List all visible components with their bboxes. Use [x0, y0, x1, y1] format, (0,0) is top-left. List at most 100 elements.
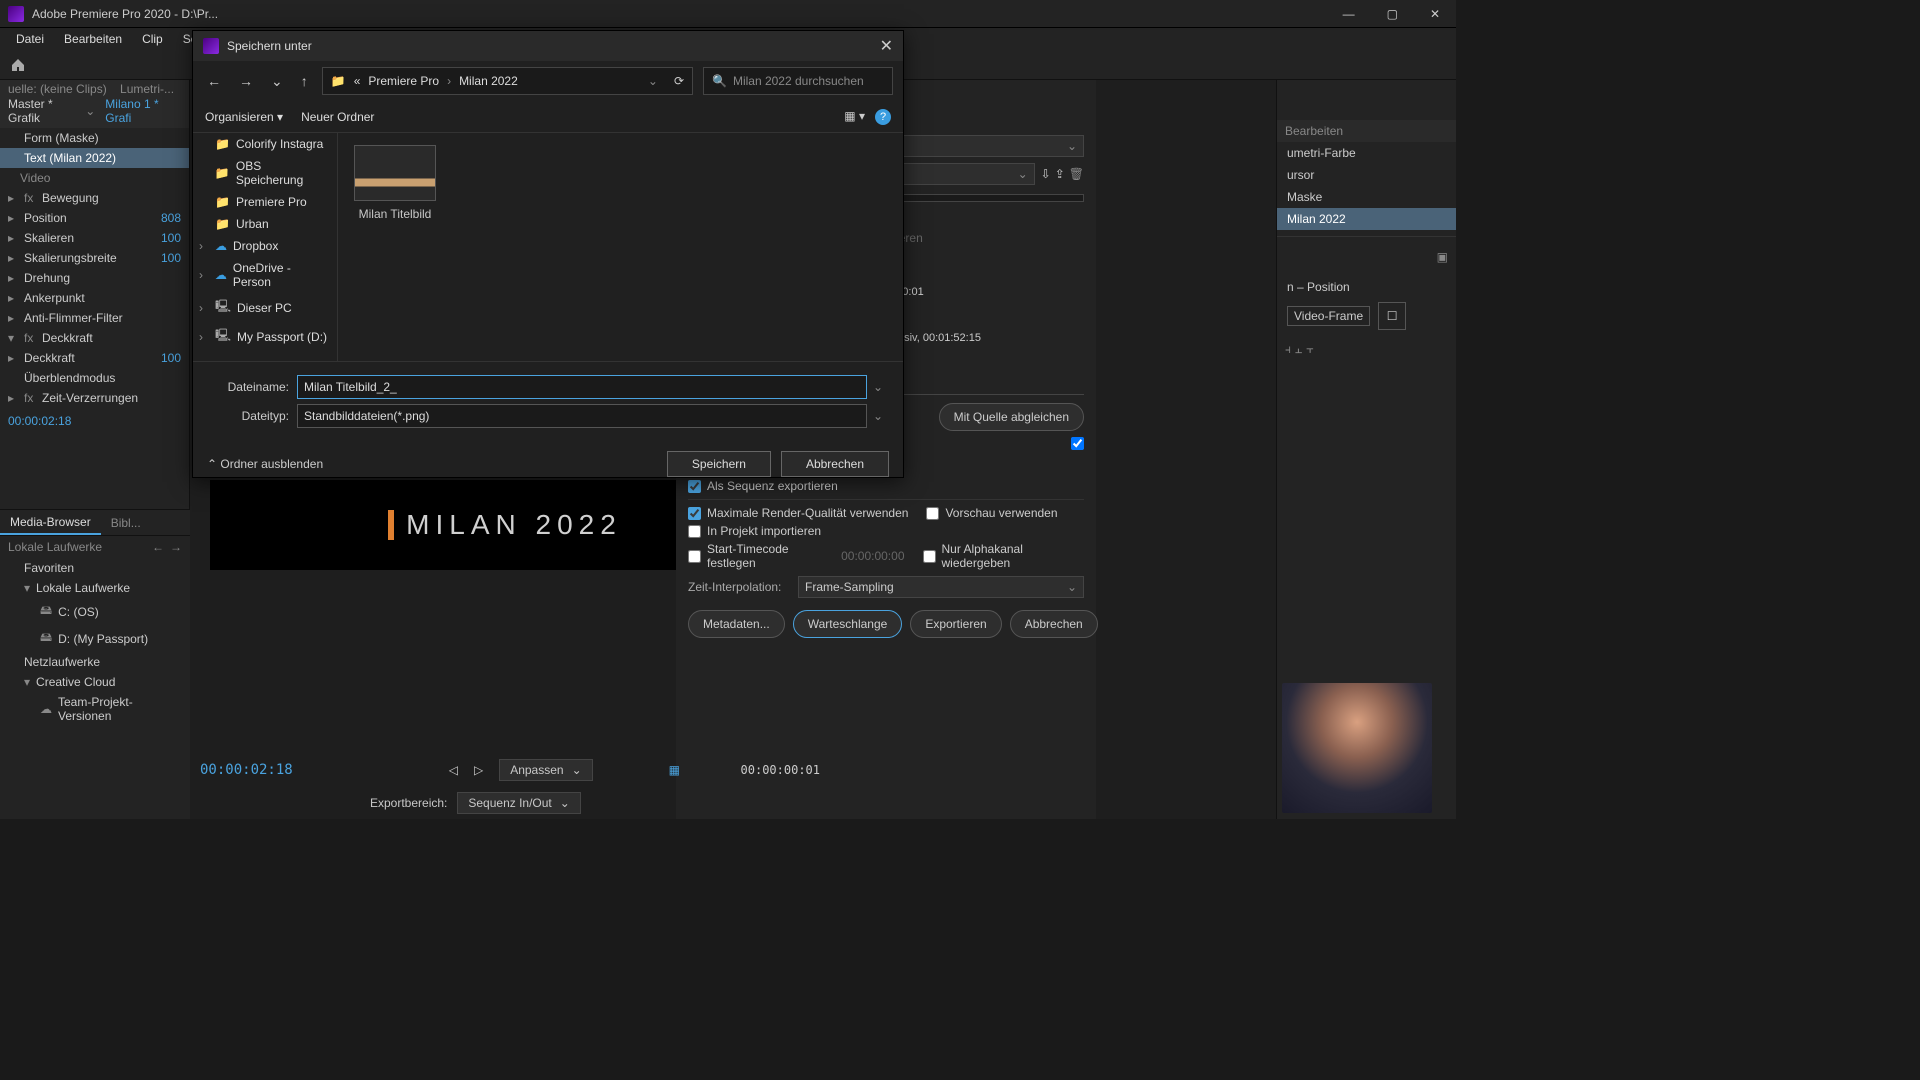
tree-item[interactable]: ›☁OneDrive - Person [193, 257, 337, 293]
play-prev-icon[interactable]: ◁ [449, 763, 458, 777]
mb-netz[interactable]: Netzlaufwerke [0, 652, 190, 672]
hide-folders-toggle[interactable]: ⌃ Ordner ausblenden [207, 457, 323, 471]
fx-row[interactable]: ▸Ankerpunkt [0, 288, 189, 308]
width-lock-checkbox[interactable] [1071, 437, 1084, 450]
pin-center-icon[interactable]: ☐ [1378, 302, 1406, 330]
tree-item[interactable]: 📁Urban [193, 213, 337, 235]
filename-input[interactable]: Milan Titelbild_2_ [297, 375, 867, 399]
start-tc-checkbox[interactable] [688, 550, 701, 563]
fit-dropdown[interactable]: Anpassen⌄ [499, 759, 592, 781]
eg-item-cursor[interactable]: ursor [1277, 164, 1456, 186]
tree-item[interactable]: ›☁Dropbox [193, 235, 337, 257]
effect-controls-timecode[interactable]: 00:00:02:18 [0, 408, 189, 434]
file-list[interactable]: Milan Titelbild [338, 133, 903, 361]
align-left-icon[interactable]: ⫞ [1285, 342, 1291, 357]
export-cancel-button[interactable]: Abbrechen [1010, 610, 1098, 638]
mb-team-proj[interactable]: ☁Team-Projekt-Versionen [0, 692, 190, 726]
menu-clip[interactable]: Clip [134, 30, 171, 48]
refresh-icon[interactable]: ⟳ [674, 74, 684, 88]
mb-cc[interactable]: ▾Creative Cloud [0, 672, 190, 692]
eg-tab[interactable]: Bearbeiten [1277, 120, 1456, 142]
play-next-icon[interactable]: ▷ [474, 763, 483, 777]
fx-row[interactable]: ▸Anti-Flimmer-Filter [0, 308, 189, 328]
fx-row[interactable]: ▸Deckkraft100 [0, 348, 189, 368]
maximize-button[interactable]: ▢ [1379, 3, 1406, 25]
filetype-dropdown-icon[interactable]: ⌄ [867, 409, 889, 423]
mb-drive-c[interactable]: 🖴C: (OS) [0, 598, 190, 625]
use-preview-checkbox[interactable] [926, 507, 939, 520]
fx-row[interactable]: ▸fxZeit-Verzerrungen [0, 388, 189, 408]
eg-item-mask[interactable]: Maske [1277, 186, 1456, 208]
back-icon[interactable]: ← [152, 540, 164, 554]
cancel-button[interactable]: Abbrechen [781, 451, 889, 477]
nav-back-icon[interactable]: ← [203, 69, 225, 93]
mb-favoriten[interactable]: Favoriten [0, 558, 190, 578]
export-range-dropdown[interactable]: Sequenz In/Out⌄ [457, 792, 580, 814]
help-icon[interactable]: ? [875, 109, 891, 125]
nav-forward-icon[interactable]: → [235, 69, 257, 93]
save-preset-icon[interactable]: ⇩ [1041, 167, 1051, 181]
ec-crumb-master[interactable]: Master * Grafik [8, 97, 81, 125]
metadata-button[interactable]: Metadaten... [688, 610, 785, 638]
close-button[interactable]: ✕ [1422, 3, 1448, 25]
menu-datei[interactable]: Datei [8, 30, 52, 48]
eg-item-lumetri[interactable]: umetri-Farbe [1277, 142, 1456, 164]
filename-dropdown-icon[interactable]: ⌄ [867, 380, 889, 394]
fx-row[interactable]: Video [0, 168, 189, 188]
address-bar[interactable]: 📁 « Premiere Pro › Milan 2022 ⌄ ⟳ [322, 67, 693, 95]
nav-recent-icon[interactable]: ⌄ [267, 69, 287, 94]
crumb-premiere[interactable]: Premiere Pro [368, 74, 439, 88]
fx-row[interactable]: ▸Drehung [0, 268, 189, 288]
fx-row[interactable]: ▾fxDeckkraft [0, 328, 189, 348]
import-preset-icon[interactable]: ⇪ [1055, 167, 1065, 181]
fx-row[interactable]: ▸Position808 [0, 208, 189, 228]
tree-item[interactable]: ›🖳Dieser PC [193, 293, 337, 322]
eg-item-milan[interactable]: Milan 2022 [1277, 208, 1456, 230]
fx-row[interactable]: Überblendmodus [0, 368, 189, 388]
fwd-icon[interactable]: → [170, 540, 182, 554]
fx-row[interactable]: ▸Skalierungsbreite100 [0, 248, 189, 268]
filetype-dropdown[interactable]: Standbilddateien(*.png) [297, 404, 867, 428]
import-project-checkbox[interactable] [688, 525, 701, 538]
tree-item[interactable]: 📁Premiere Pro [193, 191, 337, 213]
mb-drive-d[interactable]: 🖴D: (My Passport) [0, 625, 190, 652]
home-icon[interactable] [8, 55, 28, 75]
minimize-button[interactable]: — [1335, 3, 1363, 25]
new-folder-button[interactable]: Neuer Ordner [301, 110, 374, 124]
mb-lokale[interactable]: ▾Lokale Laufwerke [0, 578, 190, 598]
crumb-root[interactable]: « [354, 74, 361, 88]
max-quality-checkbox[interactable] [688, 507, 701, 520]
chevron-down-icon[interactable]: ⌄ [85, 104, 95, 118]
file-item[interactable]: Milan Titelbild [350, 145, 440, 221]
fx-row[interactable]: Text (Milan 2022) [0, 148, 189, 168]
queue-button[interactable]: Warteschlange [793, 610, 903, 638]
new-layer-icon[interactable]: ▣ [1437, 250, 1448, 264]
export-button[interactable]: Exportieren [910, 610, 1001, 638]
align-center-icon[interactable]: ⫠ [1295, 342, 1302, 357]
align-right-icon[interactable]: ⫟ [1306, 342, 1313, 357]
addr-dropdown-icon[interactable]: ⌄ [648, 74, 658, 88]
ec-crumb-clip[interactable]: Milano 1 * Grafi [105, 97, 181, 125]
nav-up-icon[interactable]: ↑ [297, 69, 312, 93]
aspect-icon[interactable]: ▦ [669, 763, 680, 777]
tree-item[interactable]: ›🖳My Passport (D:) [193, 322, 337, 351]
fx-row[interactable]: Form (Maske) [0, 128, 189, 148]
preview-tc-left[interactable]: 00:00:02:18 [200, 762, 293, 778]
trash-icon[interactable]: 🗑 [1069, 167, 1084, 181]
preview-tc-right[interactable]: 00:00:00:01 [741, 763, 820, 777]
tab-media-browser[interactable]: Media-Browser [0, 511, 101, 535]
organize-button[interactable]: Organisieren ▾ [205, 110, 283, 124]
view-mode-icon[interactable]: ▦ ▾ [844, 109, 865, 125]
fx-row[interactable]: ▸Skalieren100 [0, 228, 189, 248]
tab-libraries[interactable]: Bibl... [101, 512, 151, 534]
crumb-milan[interactable]: Milan 2022 [459, 74, 518, 88]
alpha-only-checkbox[interactable] [923, 550, 936, 563]
search-input[interactable]: 🔍 Milan 2022 durchsuchen [703, 67, 893, 95]
save-button[interactable]: Speichern [667, 451, 771, 477]
tree-item[interactable]: 📁OBS Speicherung [193, 155, 337, 191]
tree-item[interactable]: 📁Colorify Instagra [193, 133, 337, 155]
interp-dropdown[interactable]: Frame-Sampling⌄ [798, 576, 1084, 598]
fx-row[interactable]: ▸fxBewegung [0, 188, 189, 208]
menu-bearbeiten[interactable]: Bearbeiten [56, 30, 130, 48]
match-source-button[interactable]: Mit Quelle abgleichen [939, 403, 1084, 431]
